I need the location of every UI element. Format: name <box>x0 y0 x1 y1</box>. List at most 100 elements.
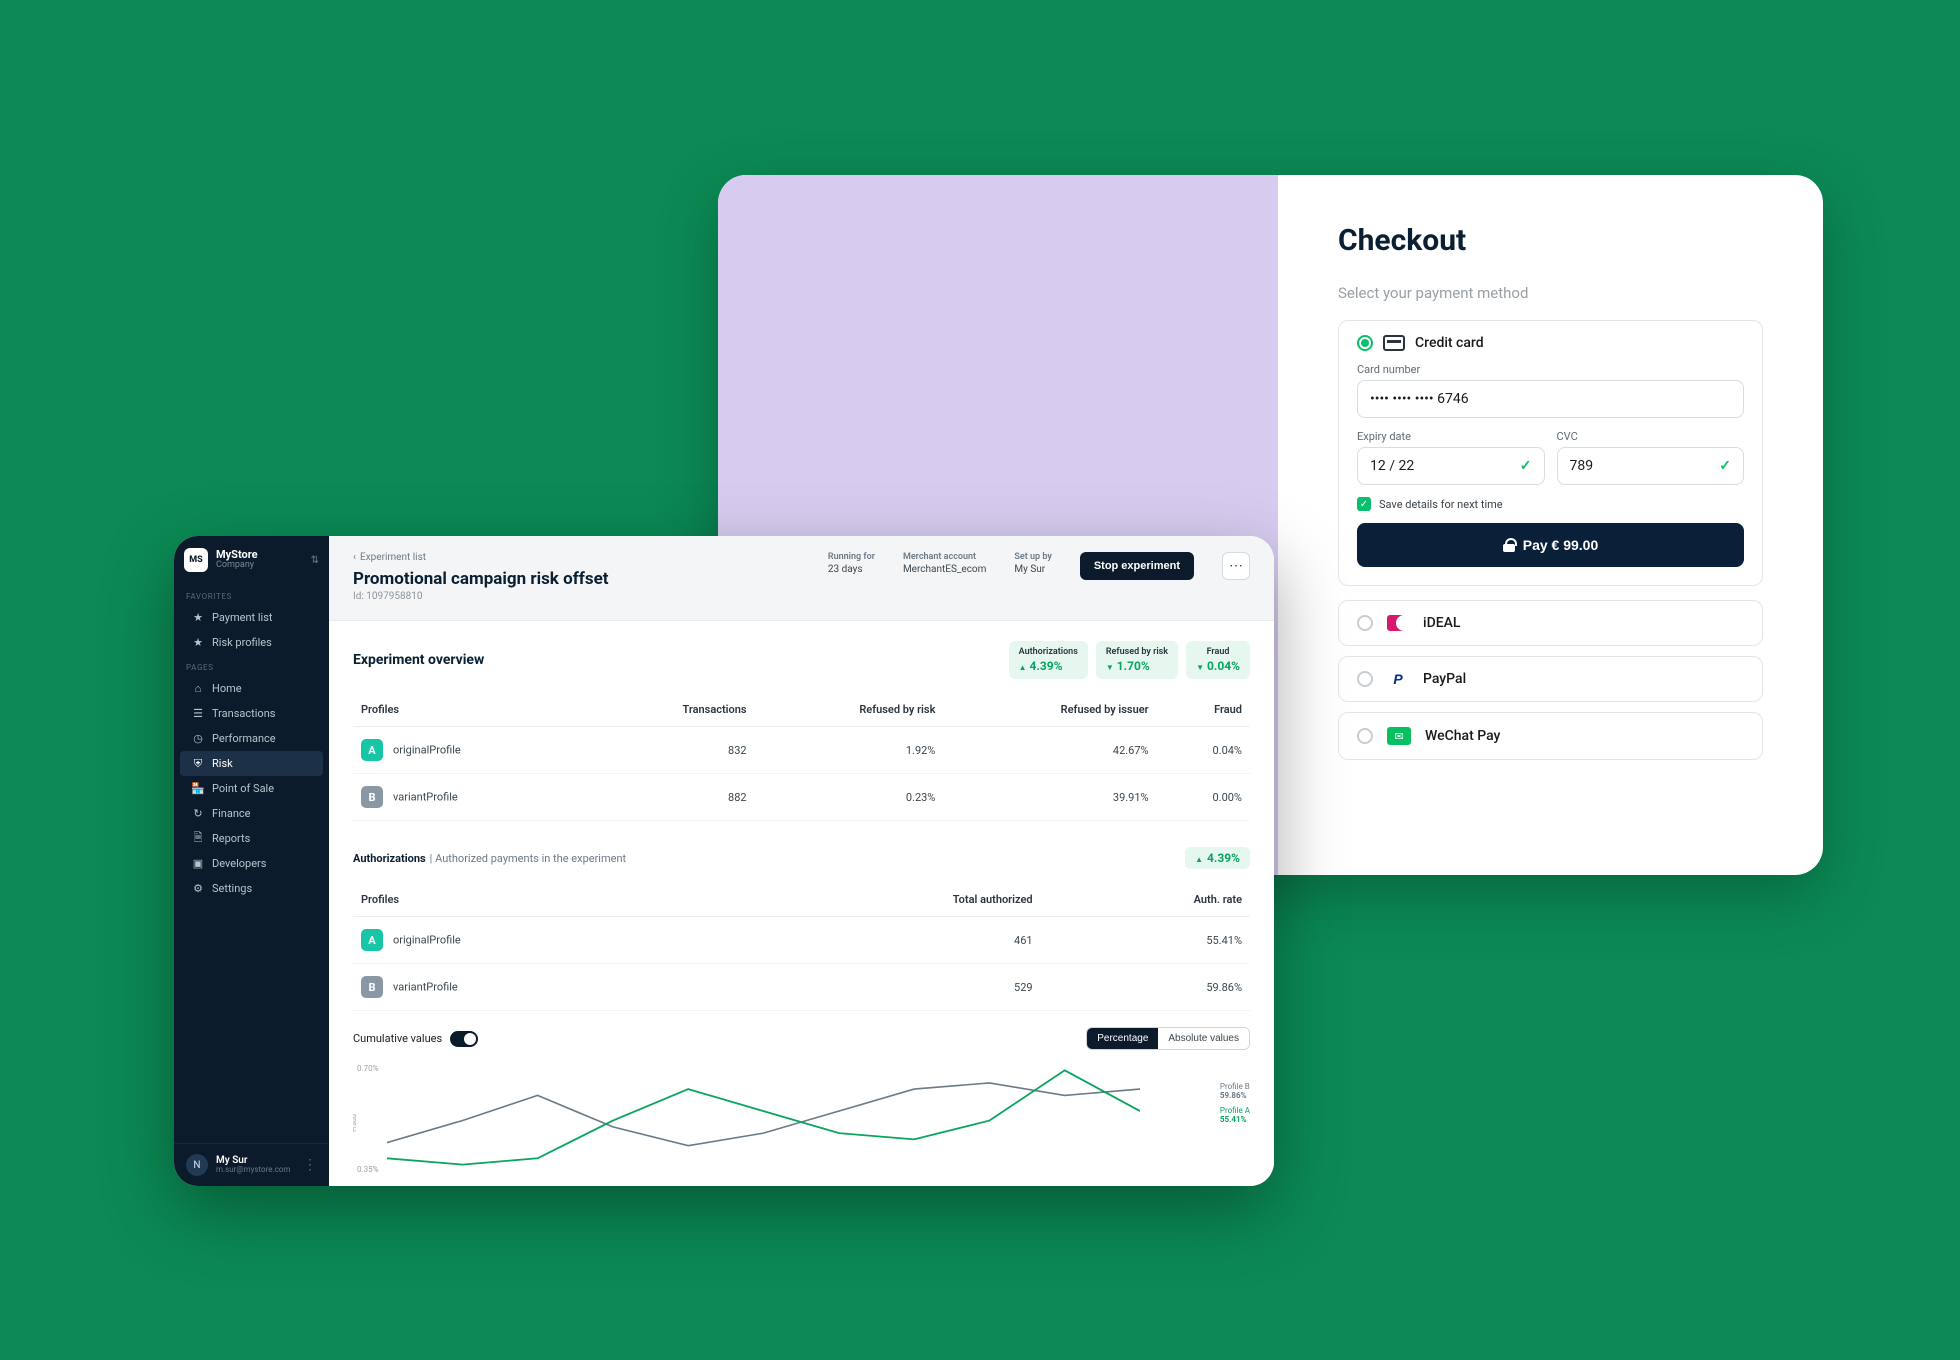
chart-legend: Profile B59.86% Profile A55.41% <box>1220 1082 1250 1124</box>
more-button[interactable]: ⋯ <box>1222 552 1250 580</box>
meta-setup-by: Set up by My Sur <box>1014 552 1051 575</box>
breadcrumb-label: Experiment list <box>360 552 426 563</box>
section-favorites: FAVORITES <box>174 584 329 605</box>
chip-b: B <box>361 786 383 808</box>
section-pages: PAGES <box>174 655 329 676</box>
arrow-down-icon <box>1196 659 1204 673</box>
store-switcher[interactable]: MS MyStore Company ⇅ <box>174 536 329 584</box>
payment-method-credit-card[interactable]: Credit card Card number •••• •••• •••• 6… <box>1338 320 1763 586</box>
sidebar-item-risk-profiles[interactable]: ★ Risk profiles <box>180 630 323 655</box>
sidebar-item-reports[interactable]: 🗎Reports <box>180 826 323 851</box>
store-logo: MS <box>184 548 208 572</box>
pay-button[interactable]: Pay € 99.00 <box>1357 523 1744 567</box>
lock-icon <box>1503 538 1515 552</box>
overview-table: Profiles Transactions Refused by risk Re… <box>353 693 1250 821</box>
col-profiles: Profiles <box>353 693 590 727</box>
payment-method-wechat[interactable]: ✉ WeChat Pay <box>1338 712 1763 760</box>
card-number-input[interactable]: •••• •••• •••• 6746 <box>1357 380 1744 418</box>
cvc-input[interactable]: 789 ✓ <box>1557 447 1745 485</box>
sidebar-item-transactions[interactable]: ☰ Transactions <box>180 701 323 726</box>
sidebar-item-payment-list[interactable]: ★ Payment list <box>180 605 323 630</box>
save-label: Save details for next time <box>1379 498 1503 511</box>
sidebar-item-settings[interactable]: ⚙Settings <box>180 876 323 901</box>
table-row[interactable]: BvariantProfile 882 0.23% 39.91% 0.00% <box>353 774 1250 821</box>
credit-card-icon <box>1383 335 1405 351</box>
auth-table: Profiles Total authorized Auth. rate Aor… <box>353 883 1250 1011</box>
sidebar-item-developers[interactable]: ▣Developers <box>180 851 323 876</box>
col-total-auth: Total authorized <box>729 883 1041 917</box>
col-auth-rate: Auth. rate <box>1041 883 1250 917</box>
auth-lift-badge: 4.39% <box>1185 847 1250 869</box>
sidebar-item-pos[interactable]: 🏪 Point of Sale <box>180 776 323 801</box>
y-tick-bot: 0.35% <box>357 1165 378 1174</box>
list-icon: ☰ <box>192 708 204 720</box>
sidebar: MS MyStore Company ⇅ FAVORITES ★ Payment… <box>174 536 329 1186</box>
table-row[interactable]: BvariantProfile 529 59.86% <box>353 964 1250 1011</box>
cvc-label: CVC <box>1557 430 1745 443</box>
paypal-label: PayPal <box>1423 671 1466 687</box>
radio-selected-icon <box>1357 335 1373 351</box>
sidebar-item-finance[interactable]: ↻ Finance <box>180 801 323 826</box>
cumulative-label: Cumulative values <box>353 1032 442 1045</box>
chart-mode-segment: Percentage Absolute values <box>1086 1027 1250 1050</box>
ideal-icon <box>1387 615 1409 631</box>
pill-refused-risk: Refused by risk 1.70% <box>1096 641 1178 679</box>
cumulative-toggle[interactable] <box>450 1031 478 1047</box>
expiry-label: Expiry date <box>1357 430 1545 443</box>
seg-percentage[interactable]: Percentage <box>1087 1028 1158 1049</box>
shield-icon: ⛨ <box>192 758 204 770</box>
paypal-icon: P <box>1387 671 1409 687</box>
chevron-updown-icon: ⇅ <box>311 555 319 566</box>
credit-card-label: Credit card <box>1415 335 1484 351</box>
sidebar-user[interactable]: N My Sur m.sur@mystore.com ⋮ <box>174 1143 329 1186</box>
auth-section-title: Authorizations | Authorized payments in … <box>353 847 1250 869</box>
table-row[interactable]: AoriginalProfile 832 1.92% 42.67% 0.04% <box>353 727 1250 774</box>
col-fraud: Fraud <box>1157 693 1250 727</box>
sidebar-item-label: Point of Sale <box>212 782 274 795</box>
col-refused-risk: Refused by risk <box>755 693 944 727</box>
arrow-up-icon <box>1195 851 1203 865</box>
home-icon: ⌂ <box>192 683 204 695</box>
card-number-value: •••• •••• •••• 6746 <box>1370 391 1469 407</box>
store-sub: Company <box>216 561 258 571</box>
checkout-title: Checkout <box>1338 223 1763 258</box>
arrow-down-icon <box>1106 659 1114 673</box>
shop-icon: 🏪 <box>192 783 204 795</box>
table-row[interactable]: AoriginalProfile 461 55.41% <box>353 917 1250 964</box>
dashboard-window: MS MyStore Company ⇅ FAVORITES ★ Payment… <box>174 536 1274 1186</box>
more-vertical-icon[interactable]: ⋮ <box>303 1157 317 1173</box>
sidebar-item-label: Reports <box>212 832 250 845</box>
y-axis-label: Fraud <box>353 1114 358 1132</box>
sidebar-item-home[interactable]: ⌂ Home <box>180 676 323 701</box>
sidebar-item-risk[interactable]: ⛨Risk <box>180 751 323 776</box>
sidebar-item-label: Settings <box>212 882 252 895</box>
payment-method-ideal[interactable]: iDEAL <box>1338 600 1763 646</box>
ideal-label: iDEAL <box>1423 615 1460 631</box>
refresh-icon: ↻ <box>192 808 204 820</box>
breadcrumb[interactable]: ‹ Experiment list <box>353 552 609 563</box>
col-transactions: Transactions <box>590 693 754 727</box>
seg-absolute[interactable]: Absolute values <box>1158 1028 1249 1049</box>
cvc-value: 789 <box>1570 458 1594 474</box>
card-number-label: Card number <box>1357 363 1744 376</box>
sidebar-item-label: Home <box>212 682 242 695</box>
wechat-icon: ✉ <box>1387 727 1411 745</box>
page-id: Id: 1097958810 <box>353 591 609 602</box>
sidebar-item-label: Payment list <box>212 611 273 624</box>
sidebar-item-label: Risk profiles <box>212 636 272 649</box>
chip-a: A <box>361 929 383 951</box>
col-profiles: Profiles <box>353 883 729 917</box>
sidebar-item-label: Transactions <box>212 707 275 720</box>
payment-method-paypal[interactable]: P PayPal <box>1338 656 1763 702</box>
stop-experiment-button[interactable]: Stop experiment <box>1080 552 1194 580</box>
meta-merchant: Merchant account MerchantES_ecom <box>903 552 986 575</box>
page-header: ‹ Experiment list Promotional campaign r… <box>329 536 1274 621</box>
page-title: Promotional campaign risk offset <box>353 569 609 589</box>
sidebar-item-label: Finance <box>212 807 250 820</box>
pill-fraud: Fraud 0.04% <box>1186 641 1250 679</box>
col-refused-issuer: Refused by issuer <box>943 693 1156 727</box>
radio-empty-icon <box>1357 728 1373 744</box>
sidebar-item-performance[interactable]: ◷Performance <box>180 726 323 751</box>
save-checkbox[interactable]: ✓ <box>1357 497 1371 511</box>
expiry-input[interactable]: 12 / 22 ✓ <box>1357 447 1545 485</box>
